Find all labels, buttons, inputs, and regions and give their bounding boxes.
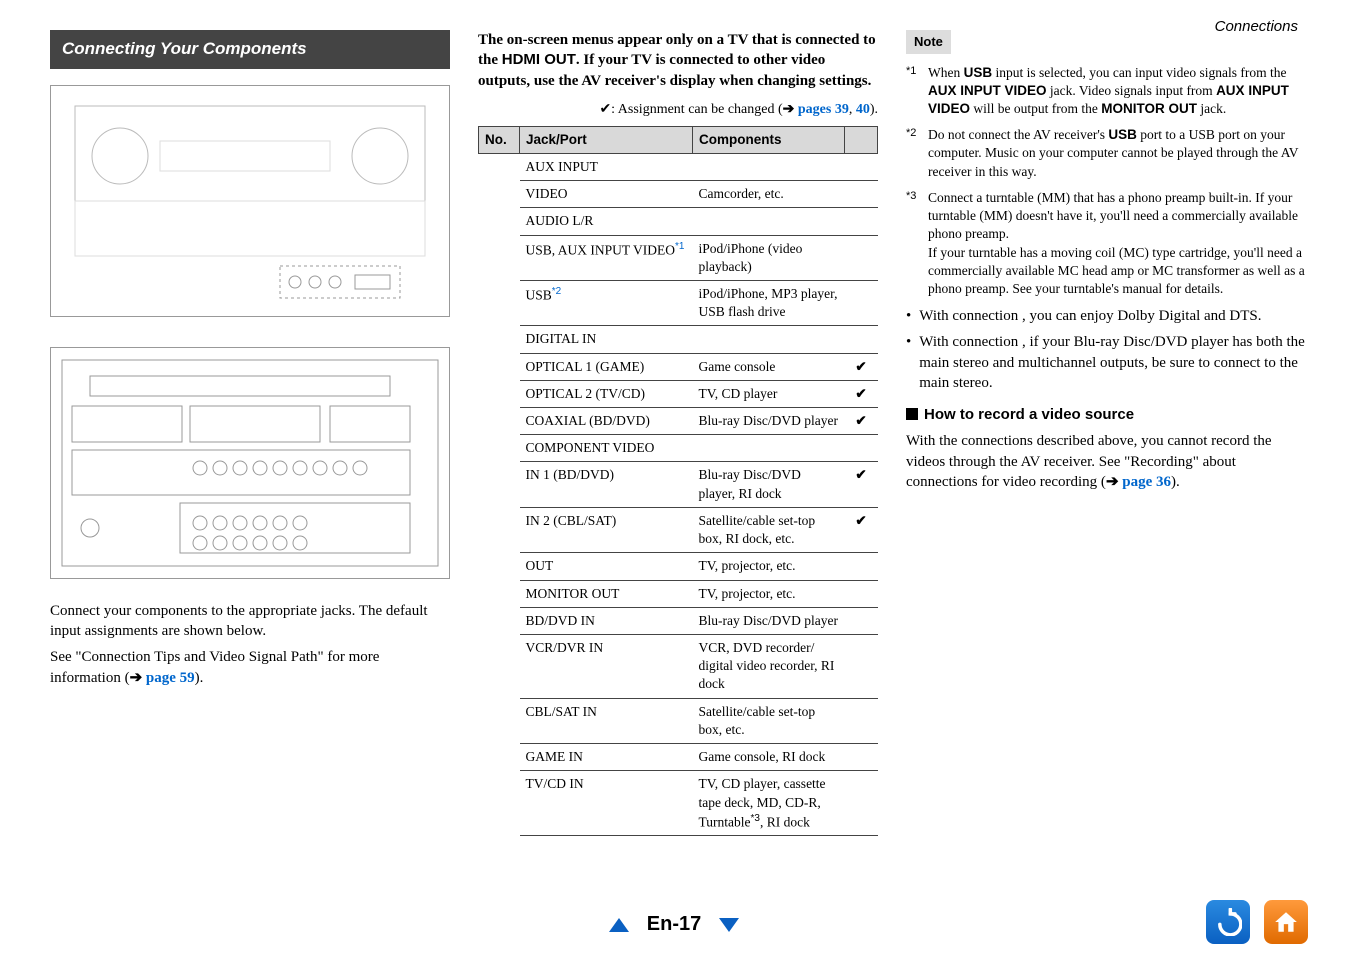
text: ). [870,102,878,117]
col2-intro: The on-screen menus appear only on a TV … [478,30,878,91]
table-row: VCR/DVR INVCR, DVD recorder/ digital vid… [479,635,878,699]
text: ). [1171,474,1180,490]
link-page-59[interactable]: page 59 [146,670,195,686]
note-label: Note [906,30,951,54]
col1-paragraph-1: Connect your components to the appropria… [50,601,450,642]
assignment-note: ✔: Assignment can be changed (➔ pages 39… [478,101,878,120]
table-row: AUX INPUT [479,153,878,180]
text: ✔: Assignment can be changed ( [599,102,782,117]
table-row: CBL/SAT INSatellite/cable set-top box, e… [479,698,878,743]
text: With connection , if your Blu-ray Disc/D… [919,332,1308,393]
th-tick [845,126,878,153]
table-row: TV/CD INTV, CD player, cassette tape dec… [479,771,878,836]
col3-paragraph: With the connections described above, yo… [906,431,1308,492]
text: ). [195,670,204,686]
text: Connect a turntable (MM) that has a phon… [928,189,1308,244]
table-row: GAME INGame console, RI dock [479,744,878,771]
section-title: Connecting Your Components [50,30,450,69]
text: With connection , you can enjoy Dolby Di… [919,306,1261,326]
jack-port-table: No. Jack/Port Components AUX INPUT VIDEO… [478,126,878,837]
link-pages-39[interactable]: pages 39 [798,102,849,117]
footnote-3: *3 Connect a turntable (MM) that has a p… [906,189,1308,298]
footnote-2: *2 Do not connect the AV receiver's USB … [906,126,1308,181]
link-page-36[interactable]: page 36 [1122,474,1171,490]
breadcrumb: Connections [1215,18,1298,35]
table-row: USB, AUX INPUT VIDEO*1iPod/iPhone (video… [479,235,878,280]
table-row: DIGITAL IN [479,326,878,353]
page-number: En-17 [647,913,701,936]
col1-paragraph-2: See "Connection Tips and Video Signal Pa… [50,647,450,688]
bullet-2: •With connection , if your Blu-ray Disc/… [906,332,1308,393]
bullet-1: •With connection , you can enjoy Dolby D… [906,306,1308,326]
table-row: IN 1 (BD/DVD)Blu-ray Disc/DVD player, RI… [479,462,878,507]
table-row: BD/DVD INBlu-ray Disc/DVD player [479,607,878,634]
subheading-record: How to record a video source [906,405,1308,425]
page-footer: En-17 [0,913,1348,936]
table-row: OPTICAL 2 (TV/CD)TV, CD player✔ [479,380,878,407]
table-row: MONITOR OUTTV, projector, etc. [479,580,878,607]
table-row: OPTICAL 1 (GAME)Game console✔ [479,353,878,380]
footnote-index: *2 [906,126,922,181]
back-icon[interactable] [1206,900,1250,944]
link-page-40[interactable]: 40 [856,102,870,117]
next-page-icon[interactable] [719,918,739,932]
table-row: IN 2 (CBL/SAT)Satellite/cable set-top bo… [479,507,878,552]
table-row: COAXIAL (BD/DVD)Blu-ray Disc/DVD player✔ [479,408,878,435]
table-row: VIDEOCamcorder, etc. [479,181,878,208]
table-row: COMPONENT VIDEO [479,435,878,462]
footnote-index: *3 [906,189,922,298]
text: , [849,102,856,117]
footnote-index: *1 [906,64,922,119]
text: If your turntable has a moving coil (MC)… [928,244,1308,299]
table-row: AUDIO L/R [479,208,878,235]
text: See "Connection Tips and Video Signal Pa… [50,649,379,685]
prev-page-icon[interactable] [609,918,629,932]
home-icon[interactable] [1264,900,1308,944]
table-row: OUTTV, projector, etc. [479,553,878,580]
front-panel-diagram [50,85,450,317]
footnote-1: *1 When USB input is selected, you can i… [906,64,1308,119]
th-no: No. [479,126,520,153]
table-row: USB*2iPod/iPhone, MP3 player, USB flash … [479,280,878,325]
rear-panel-diagram [50,347,450,579]
th-components: Components [693,126,845,153]
text: With the connections described above, yo… [906,433,1272,490]
th-jack: Jack/Port [520,126,693,153]
